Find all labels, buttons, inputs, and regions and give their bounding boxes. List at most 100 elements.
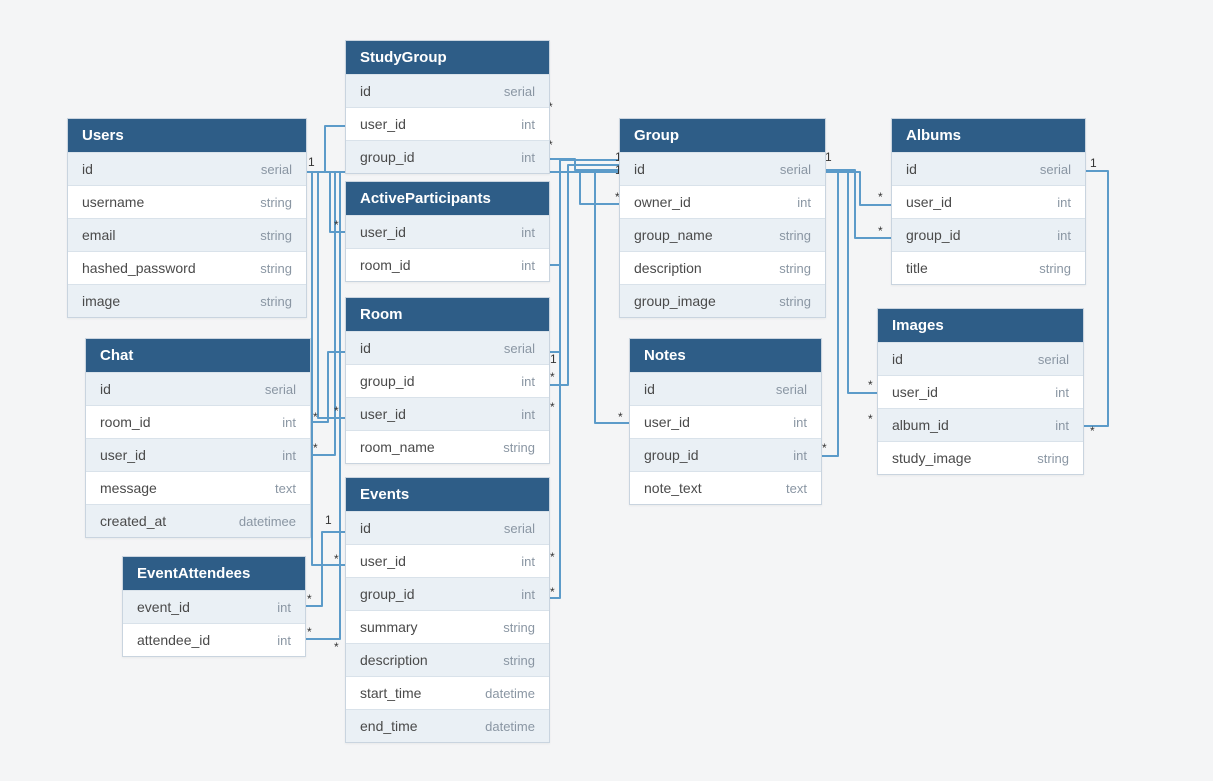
column-row[interactable]: owner_idint <box>620 185 825 218</box>
entity-notes[interactable]: Notesidserialuser_idintgroup_idintnote_t… <box>629 338 822 505</box>
entity-activeparticipants[interactable]: ActiveParticipantsuser_idintroom_idint <box>345 181 550 282</box>
column-type: string <box>260 195 292 210</box>
column-row[interactable]: idserial <box>630 372 821 405</box>
column-row[interactable]: idserial <box>620 152 825 185</box>
entity-title[interactable]: Images <box>878 309 1083 342</box>
column-type: string <box>779 228 811 243</box>
entity-title[interactable]: ActiveParticipants <box>346 182 549 215</box>
column-type: int <box>793 415 807 430</box>
column-row[interactable]: messagetext <box>86 471 310 504</box>
column-row[interactable]: study_imagestring <box>878 441 1083 474</box>
column-row[interactable]: album_idint <box>878 408 1083 441</box>
column-type: serial <box>1040 162 1071 177</box>
column-type: serial <box>504 341 535 356</box>
column-row[interactable]: end_timedatetime <box>346 709 549 742</box>
column-row[interactable]: emailstring <box>68 218 306 251</box>
column-type: int <box>282 415 296 430</box>
entity-title[interactable]: StudyGroup <box>346 41 549 74</box>
column-row[interactable]: user_idint <box>346 215 549 248</box>
column-type: serial <box>261 162 292 177</box>
entity-group[interactable]: Groupidserialowner_idintgroup_namestring… <box>619 118 826 318</box>
column-row[interactable]: idserial <box>86 372 310 405</box>
column-name: id <box>906 161 917 177</box>
column-row[interactable]: event_idint <box>123 590 305 623</box>
column-row[interactable]: user_idint <box>86 438 310 471</box>
column-name: user_id <box>100 447 146 463</box>
column-row[interactable]: user_idint <box>346 107 549 140</box>
entity-title[interactable]: Chat <box>86 339 310 372</box>
entity-title[interactable]: Albums <box>892 119 1085 152</box>
column-type: string <box>260 261 292 276</box>
column-type: int <box>521 258 535 273</box>
column-row[interactable]: group_idint <box>892 218 1085 251</box>
column-name: id <box>360 520 371 536</box>
entity-title[interactable]: Room <box>346 298 549 331</box>
card-star: * <box>550 370 555 384</box>
column-row[interactable]: idserial <box>68 152 306 185</box>
entity-title[interactable]: Notes <box>630 339 821 372</box>
entity-images[interactable]: Imagesidserialuser_idintalbum_idintstudy… <box>877 308 1084 475</box>
column-row[interactable]: hashed_password string <box>68 251 306 284</box>
entity-title[interactable]: EventAttendees <box>123 557 305 590</box>
card-star: * <box>313 410 318 424</box>
column-row[interactable]: user_idint <box>346 544 549 577</box>
column-row[interactable]: group_idint <box>346 577 549 610</box>
entity-albums[interactable]: Albums id serial user_idintgroup_idinttitle… <box>891 118 1086 285</box>
entity-studygroup[interactable]: StudyGroupidserialuser_idintgroup_idint <box>345 40 550 174</box>
column-row[interactable]: created_atdatetimee <box>86 504 310 537</box>
column-type: int <box>1057 195 1071 210</box>
column-name: image <box>82 293 120 309</box>
column-row[interactable]: id serial <box>892 152 1085 185</box>
column-type: serial <box>265 382 296 397</box>
column-row[interactable]: titlestring <box>892 251 1085 284</box>
column-row[interactable]: room_idint <box>346 248 549 281</box>
column-row[interactable]: user_idint <box>878 375 1083 408</box>
card-star: * <box>307 625 312 639</box>
column-name: created_at <box>100 513 166 529</box>
card-star: * <box>313 441 318 455</box>
column-type: text <box>275 481 296 496</box>
card-star: * <box>334 640 339 654</box>
column-name: group_id <box>360 373 415 389</box>
entity-eventattendees[interactable]: EventAttendeesevent_idintattendee_idint <box>122 556 306 657</box>
entity-title[interactable]: Events <box>346 478 549 511</box>
column-name: hashed_password <box>82 260 196 276</box>
column-row[interactable]: user_idint <box>630 405 821 438</box>
column-name: room_name <box>360 439 435 455</box>
column-row[interactable]: group_idint <box>346 364 549 397</box>
column-row[interactable]: note_texttext <box>630 471 821 504</box>
column-row[interactable]: summarystring <box>346 610 549 643</box>
column-row[interactable]: group_imagestring <box>620 284 825 317</box>
column-row[interactable]: idserial <box>346 511 549 544</box>
column-row[interactable]: group_namestring <box>620 218 825 251</box>
column-row[interactable]: user_idint <box>346 397 549 430</box>
column-row[interactable]: room_idint <box>86 405 310 438</box>
column-type: int <box>521 225 535 240</box>
card-1: 1 <box>325 513 332 527</box>
column-row[interactable]: room_namestring <box>346 430 549 463</box>
column-type: string <box>260 294 292 309</box>
column-name: id <box>892 351 903 367</box>
column-row[interactable]: start_timedatetime <box>346 676 549 709</box>
entity-title[interactable]: Users <box>68 119 306 152</box>
entity-chat[interactable]: Chatidserialroom_idintuser_idintmessaget… <box>85 338 311 538</box>
entity-room[interactable]: Roomidserialgroup_idintuser_idintroom_na… <box>345 297 550 464</box>
card-star: * <box>822 441 827 455</box>
column-row[interactable]: idserial <box>346 74 549 107</box>
column-row[interactable]: image string <box>68 284 306 317</box>
column-type: string <box>779 294 811 309</box>
entity-users[interactable]: Usersidserialusernamestringemailstringha… <box>67 118 307 318</box>
column-row[interactable]: user_idint <box>892 185 1085 218</box>
column-row[interactable]: idserial <box>878 342 1083 375</box>
column-row[interactable]: descriptionstring <box>346 643 549 676</box>
column-row[interactable]: group_idint <box>346 140 549 173</box>
column-type: datetime <box>485 686 535 701</box>
column-row[interactable]: idserial <box>346 331 549 364</box>
card-star: * <box>550 585 555 599</box>
column-row[interactable]: attendee_idint <box>123 623 305 656</box>
column-row[interactable]: usernamestring <box>68 185 306 218</box>
entity-events[interactable]: Eventsidserialuser_idintgroup_idintsumma… <box>345 477 550 743</box>
entity-title[interactable]: Group <box>620 119 825 152</box>
column-row[interactable]: group_idint <box>630 438 821 471</box>
column-row[interactable]: descriptionstring <box>620 251 825 284</box>
